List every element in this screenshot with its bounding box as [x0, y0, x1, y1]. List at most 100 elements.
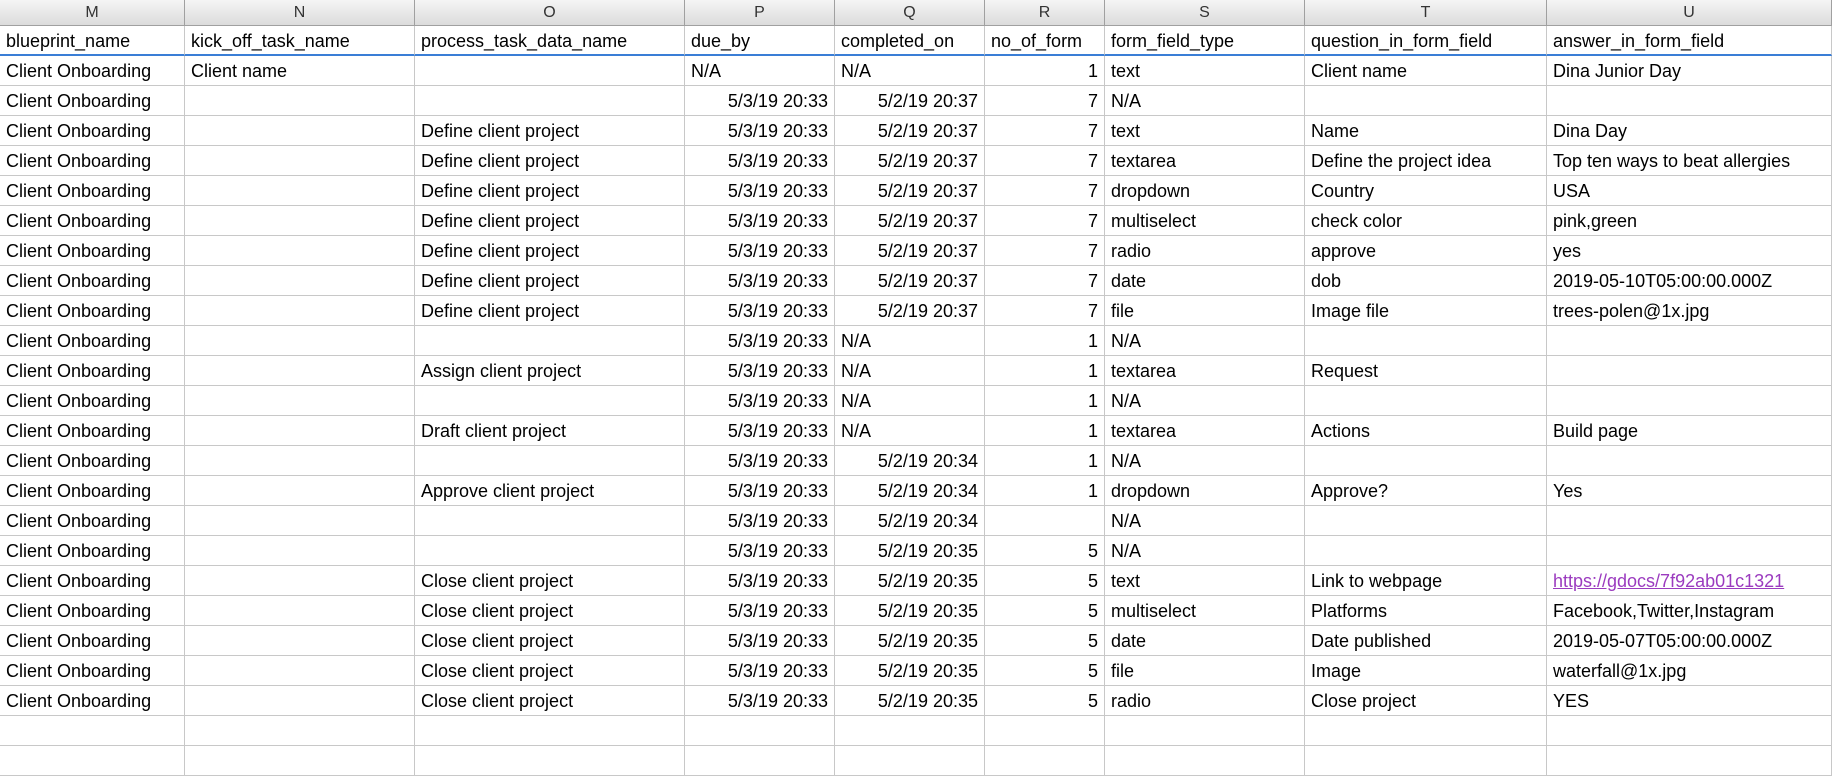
- cell-U-9[interactable]: [1547, 326, 1832, 356]
- cell-U-4[interactable]: USA: [1547, 176, 1832, 206]
- cell-T-2[interactable]: Name: [1305, 116, 1547, 146]
- cell-T-1[interactable]: [1305, 86, 1547, 116]
- cell-P-21[interactable]: 5/3/19 20:33: [685, 686, 835, 716]
- cell-U-7[interactable]: 2019-05-10T05:00:00.000Z: [1547, 266, 1832, 296]
- cell-Q-7[interactable]: 5/2/19 20:37: [835, 266, 985, 296]
- cell-N-19[interactable]: [185, 626, 415, 656]
- cell-U-5[interactable]: pink,green: [1547, 206, 1832, 236]
- cell-U-15[interactable]: [1547, 506, 1832, 536]
- cell-S-1[interactable]: N/A: [1105, 86, 1305, 116]
- cell-M-4[interactable]: Client Onboarding: [0, 176, 185, 206]
- cell-P-16[interactable]: 5/3/19 20:33: [685, 536, 835, 566]
- cell-U-13[interactable]: [1547, 446, 1832, 476]
- cell-P-22[interactable]: [685, 716, 835, 746]
- cell-T-15[interactable]: [1305, 506, 1547, 536]
- cell-P-19[interactable]: 5/3/19 20:33: [685, 626, 835, 656]
- cell-O-12[interactable]: Draft client project: [415, 416, 685, 446]
- cell-T-18[interactable]: Platforms: [1305, 596, 1547, 626]
- cell-O-14[interactable]: Approve client project: [415, 476, 685, 506]
- cell-S-8[interactable]: file: [1105, 296, 1305, 326]
- cell-Q-6[interactable]: 5/2/19 20:37: [835, 236, 985, 266]
- cell-Q-2[interactable]: 5/2/19 20:37: [835, 116, 985, 146]
- cell-Q-21[interactable]: 5/2/19 20:35: [835, 686, 985, 716]
- cell-Q-16[interactable]: 5/2/19 20:35: [835, 536, 985, 566]
- cell-T-5[interactable]: check color: [1305, 206, 1547, 236]
- cell-N-6[interactable]: [185, 236, 415, 266]
- cell-U-11[interactable]: [1547, 386, 1832, 416]
- cell-U-2[interactable]: Dina Day: [1547, 116, 1832, 146]
- cell-S-0[interactable]: text: [1105, 56, 1305, 86]
- field-header-T[interactable]: question_in_form_field: [1305, 26, 1547, 56]
- cell-S-2[interactable]: text: [1105, 116, 1305, 146]
- cell-U-8[interactable]: trees-polen@1x.jpg: [1547, 296, 1832, 326]
- cell-P-18[interactable]: 5/3/19 20:33: [685, 596, 835, 626]
- cell-M-23[interactable]: [0, 746, 185, 776]
- cell-U-3[interactable]: Top ten ways to beat allergies: [1547, 146, 1832, 176]
- field-header-S[interactable]: form_field_type: [1105, 26, 1305, 56]
- column-header-T[interactable]: T: [1305, 0, 1547, 26]
- cell-S-9[interactable]: N/A: [1105, 326, 1305, 356]
- cell-N-10[interactable]: [185, 356, 415, 386]
- cell-O-20[interactable]: Close client project: [415, 656, 685, 686]
- cell-M-13[interactable]: Client Onboarding: [0, 446, 185, 476]
- cell-R-5[interactable]: 7: [985, 206, 1105, 236]
- cell-Q-18[interactable]: 5/2/19 20:35: [835, 596, 985, 626]
- cell-P-13[interactable]: 5/3/19 20:33: [685, 446, 835, 476]
- column-header-N[interactable]: N: [185, 0, 415, 26]
- cell-P-14[interactable]: 5/3/19 20:33: [685, 476, 835, 506]
- cell-N-4[interactable]: [185, 176, 415, 206]
- cell-O-19[interactable]: Close client project: [415, 626, 685, 656]
- cell-O-22[interactable]: [415, 716, 685, 746]
- cell-Q-22[interactable]: [835, 716, 985, 746]
- cell-S-13[interactable]: N/A: [1105, 446, 1305, 476]
- cell-P-1[interactable]: 5/3/19 20:33: [685, 86, 835, 116]
- cell-R-20[interactable]: 5: [985, 656, 1105, 686]
- cell-T-13[interactable]: [1305, 446, 1547, 476]
- cell-S-5[interactable]: multiselect: [1105, 206, 1305, 236]
- cell-S-20[interactable]: file: [1105, 656, 1305, 686]
- cell-T-20[interactable]: Image: [1305, 656, 1547, 686]
- cell-N-15[interactable]: [185, 506, 415, 536]
- cell-O-0[interactable]: [415, 56, 685, 86]
- field-header-N[interactable]: kick_off_task_name: [185, 26, 415, 56]
- cell-M-18[interactable]: Client Onboarding: [0, 596, 185, 626]
- cell-O-9[interactable]: [415, 326, 685, 356]
- cell-Q-10[interactable]: N/A: [835, 356, 985, 386]
- cell-S-4[interactable]: dropdown: [1105, 176, 1305, 206]
- cell-T-9[interactable]: [1305, 326, 1547, 356]
- cell-N-3[interactable]: [185, 146, 415, 176]
- cell-Q-15[interactable]: 5/2/19 20:34: [835, 506, 985, 536]
- cell-U-14[interactable]: Yes: [1547, 476, 1832, 506]
- cell-P-5[interactable]: 5/3/19 20:33: [685, 206, 835, 236]
- cell-T-23[interactable]: [1305, 746, 1547, 776]
- cell-P-7[interactable]: 5/3/19 20:33: [685, 266, 835, 296]
- cell-N-2[interactable]: [185, 116, 415, 146]
- cell-P-0[interactable]: N/A: [685, 56, 835, 86]
- cell-P-17[interactable]: 5/3/19 20:33: [685, 566, 835, 596]
- cell-link[interactable]: https://gdocs/7f92ab01c1321: [1553, 571, 1784, 591]
- cell-P-8[interactable]: 5/3/19 20:33: [685, 296, 835, 326]
- cell-R-13[interactable]: 1: [985, 446, 1105, 476]
- cell-Q-5[interactable]: 5/2/19 20:37: [835, 206, 985, 236]
- cell-P-12[interactable]: 5/3/19 20:33: [685, 416, 835, 446]
- cell-U-12[interactable]: Build page: [1547, 416, 1832, 446]
- spreadsheet-grid[interactable]: MNOPQRSTUblueprint_namekick_off_task_nam…: [0, 0, 1832, 776]
- cell-U-16[interactable]: [1547, 536, 1832, 566]
- cell-O-16[interactable]: [415, 536, 685, 566]
- field-header-P[interactable]: due_by: [685, 26, 835, 56]
- cell-N-7[interactable]: [185, 266, 415, 296]
- cell-N-11[interactable]: [185, 386, 415, 416]
- cell-S-6[interactable]: radio: [1105, 236, 1305, 266]
- cell-P-2[interactable]: 5/3/19 20:33: [685, 116, 835, 146]
- cell-P-15[interactable]: 5/3/19 20:33: [685, 506, 835, 536]
- cell-T-19[interactable]: Date published: [1305, 626, 1547, 656]
- cell-P-23[interactable]: [685, 746, 835, 776]
- cell-O-17[interactable]: Close client project: [415, 566, 685, 596]
- cell-U-18[interactable]: Facebook,Twitter,Instagram: [1547, 596, 1832, 626]
- cell-R-22[interactable]: [985, 716, 1105, 746]
- cell-U-20[interactable]: waterfall@1x.jpg: [1547, 656, 1832, 686]
- cell-S-23[interactable]: [1105, 746, 1305, 776]
- cell-Q-4[interactable]: 5/2/19 20:37: [835, 176, 985, 206]
- cell-R-15[interactable]: [985, 506, 1105, 536]
- cell-T-16[interactable]: [1305, 536, 1547, 566]
